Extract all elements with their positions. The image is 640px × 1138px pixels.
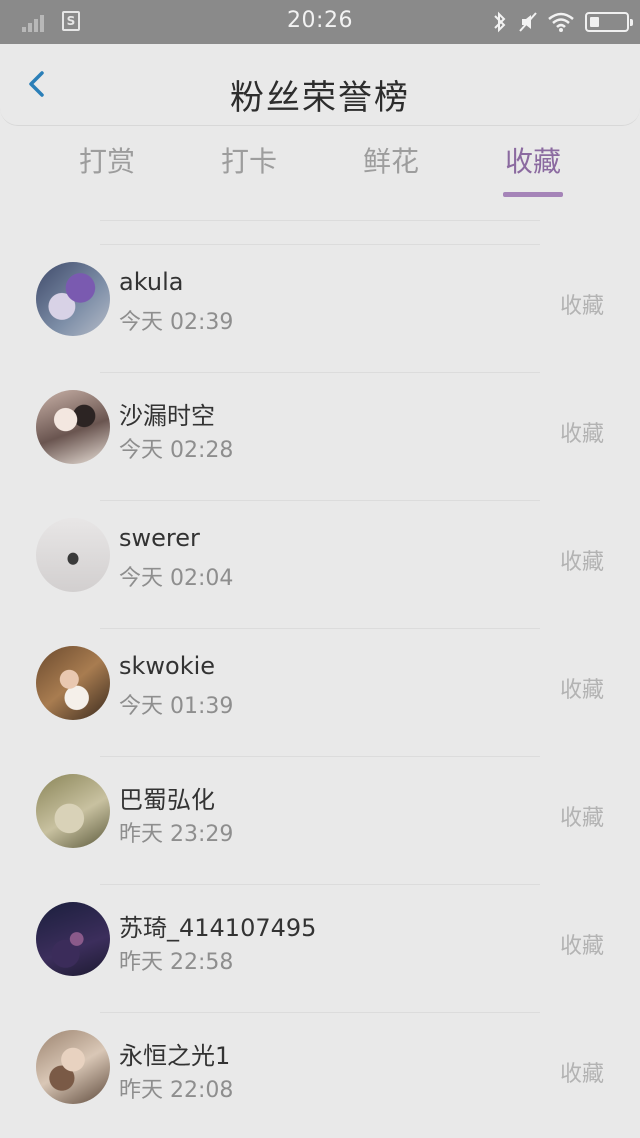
tab-reward[interactable]: 打赏 [36,140,178,200]
page-title: 粉丝荣誉榜 [230,78,410,118]
action-label: 收藏 [559,294,604,319]
avatar [36,390,110,464]
battery-fill [590,17,599,27]
divider [100,220,540,221]
avatar [36,1030,110,1104]
action-label: 收藏 [559,806,604,831]
action-label: 收藏 [559,1062,604,1087]
user-name: akula [119,268,184,296]
timestamp: 昨天 23:29 [119,822,234,847]
tab-favorites[interactable]: 收藏 [462,140,604,200]
tab-flowers[interactable]: 鲜花 [320,140,462,200]
user-name: skwokie [119,652,216,680]
user-name: 永恒之光1 [119,1042,231,1070]
divider [100,500,540,501]
screen: S 20:26 粉丝荣誉榜 打赏 打卡 鲜花 收藏 akula 今天 02:39… [0,0,640,1138]
tab-label: 打赏 [78,145,135,178]
bluetooth-icon [494,11,506,33]
divider [100,244,540,245]
avatar [36,902,110,976]
list-item[interactable]: 永恒之光1 昨天 22:08 收藏 [0,1012,640,1138]
list-item[interactable]: akula 今天 02:39 收藏 [0,244,640,372]
tab-label: 收藏 [504,145,561,178]
timestamp: 今天 02:39 [119,310,234,335]
avatar [36,262,110,336]
app-header: 粉丝荣誉榜 [0,44,640,126]
list-item[interactable]: 沙漏时空 今天 02:28 收藏 [0,372,640,500]
tab-bar: 打赏 打卡 鲜花 收藏 [36,140,604,204]
user-name: 巴蜀弘化 [119,786,215,814]
action-label: 收藏 [559,678,604,703]
avatar [36,646,110,720]
status-time: 20:26 [287,8,353,33]
list-item[interactable]: swerer 今天 02:04 收藏 [0,500,640,628]
timestamp: 今天 01:39 [119,694,234,719]
list-item[interactable]: skwokie 今天 01:39 收藏 [0,628,640,756]
divider [100,1012,540,1013]
tab-label: 打卡 [220,145,277,178]
timestamp: 昨天 22:08 [119,1078,234,1103]
mute-icon [519,12,537,32]
timestamp: 昨天 22:58 [119,950,234,975]
divider [100,628,540,629]
avatar [36,774,110,848]
tab-checkin[interactable]: 打卡 [178,140,320,200]
user-name: 苏琦_414107495 [119,914,317,942]
list-item[interactable]: 巴蜀弘化 昨天 23:29 收藏 [0,756,640,884]
divider [100,756,540,757]
user-name: 沙漏时空 [119,402,215,430]
wifi-icon [548,12,574,32]
divider [100,372,540,373]
divider [100,884,540,885]
timestamp: 今天 02:28 [119,438,234,463]
avatar [36,518,110,592]
battery-icon [585,12,633,32]
timestamp: 今天 02:04 [119,566,234,591]
user-name: swerer [119,524,200,552]
status-bar: S 20:26 [0,0,640,44]
action-label: 收藏 [559,550,604,575]
active-tab-indicator [503,192,563,197]
fan-list: akula 今天 02:39 收藏 沙漏时空 今天 02:28 收藏 swere… [0,244,640,1138]
tab-label: 鲜花 [362,145,419,178]
action-label: 收藏 [559,422,604,447]
list-item[interactable]: 苏琦_414107495 昨天 22:58 收藏 [0,884,640,1012]
action-label: 收藏 [559,934,604,959]
